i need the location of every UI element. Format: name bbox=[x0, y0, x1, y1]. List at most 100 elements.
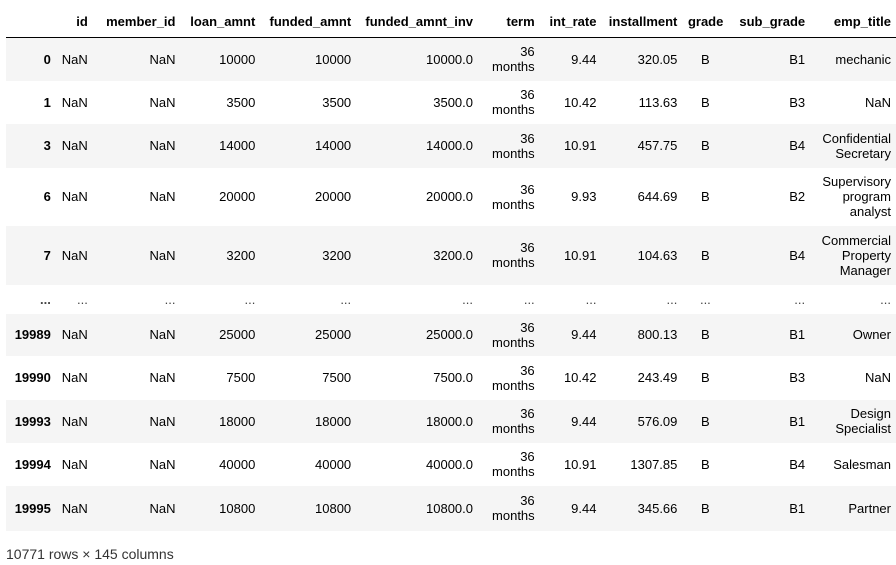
cell-member-id: NaN bbox=[149, 94, 176, 110]
cell-sub-grade: B1 bbox=[789, 327, 806, 342]
cell-funded-amnt: 7500 bbox=[322, 370, 352, 385]
column-header-installment: installment bbox=[601, 5, 683, 38]
cell-funded-amnt-inv: 40000.0 bbox=[426, 456, 473, 472]
cell-emp-title: Confidential Secretary bbox=[822, 130, 891, 161]
cell-emp-title: ... bbox=[880, 291, 891, 307]
cell-member-id: NaN bbox=[149, 51, 176, 67]
cell-int-rate: 9.93 bbox=[571, 189, 597, 204]
cell-term: 36 months bbox=[492, 181, 535, 212]
cell-id: NaN bbox=[61, 370, 88, 385]
cell-int-rate: 10.91 bbox=[563, 247, 597, 263]
cell-int-rate: 9.44 bbox=[571, 413, 597, 429]
cell-funded-amnt-inv: ... bbox=[462, 291, 473, 307]
cell-int-rate: 9.44 bbox=[571, 500, 597, 516]
cell-grade: B bbox=[701, 500, 710, 516]
cell-funded-amnt: 25000 bbox=[315, 327, 352, 342]
cell-member-id: NaN bbox=[149, 247, 176, 263]
cell-funded-amnt-inv: 10000.0 bbox=[426, 51, 473, 67]
cell-installment: 345.66 bbox=[637, 500, 678, 516]
cell-sub-grade: B1 bbox=[789, 413, 806, 429]
cell-funded-amnt: 10800 bbox=[315, 500, 352, 516]
cell-installment: 104.63 bbox=[637, 247, 678, 263]
cell-int-rate: ... bbox=[585, 291, 597, 307]
cell-funded-amnt-inv: 18000.0 bbox=[426, 413, 473, 429]
cell-loan-amnt: 10800 bbox=[219, 500, 256, 516]
cell-loan-amnt: 40000 bbox=[219, 456, 256, 472]
cell-sub-grade: B4 bbox=[789, 247, 806, 263]
cell-grade: B bbox=[701, 327, 710, 342]
cell-grade: B bbox=[701, 94, 710, 110]
table-row: .................................... bbox=[6, 284, 896, 314]
cell-grade: B bbox=[701, 51, 710, 67]
cell-emp-title: Salesman bbox=[833, 456, 891, 472]
cell-term: 36 months bbox=[492, 87, 535, 117]
cell-funded-amnt-inv: 10800.0 bbox=[426, 500, 473, 516]
row-index: 19990 bbox=[14, 370, 51, 385]
cell-sub-grade: B1 bbox=[789, 500, 806, 516]
table-row: 19995 NaN NaN 10800 10800 10800.0 36 months 9.4… bbox=[6, 485, 896, 531]
cell-grade: ... bbox=[699, 291, 711, 307]
table-row: 1 NaN NaN 3500 3500 3500.0 36 months 10.42 113.6… bbox=[6, 80, 896, 124]
cell-sub-grade: B3 bbox=[789, 370, 806, 385]
cell-id: NaN bbox=[61, 138, 88, 153]
cell-id: NaN bbox=[61, 327, 88, 342]
cell-emp-title: mechanic bbox=[835, 51, 891, 67]
row-index: 6 bbox=[43, 189, 51, 204]
cell-grade: B bbox=[701, 247, 710, 263]
column-header-member-id: member_id bbox=[92, 5, 181, 38]
cell-installment: 800.13 bbox=[637, 327, 678, 342]
cell-grade: B bbox=[701, 370, 710, 385]
cell-loan-amnt: 3500 bbox=[226, 94, 256, 110]
dataframe-shape-label: 10771 rows × 145 columns bbox=[6, 546, 174, 562]
column-header-emp-title: emp_title bbox=[810, 5, 896, 38]
table-body: 0 NaN NaN 10000 10000 10000.0 36 months 9.44 320… bbox=[6, 37, 896, 531]
column-header-sub-grade: sub_grade bbox=[728, 5, 811, 38]
cell-loan-amnt: ... bbox=[244, 291, 256, 307]
cell-id: NaN bbox=[61, 413, 88, 429]
table-row: 0 NaN NaN 10000 10000 10000.0 36 months 9.44 320… bbox=[6, 37, 896, 81]
cell-funded-amnt: 20000 bbox=[315, 189, 352, 204]
table-row: 19990 NaN NaN 7500 7500 7500.0 36 months 10.42 2… bbox=[6, 355, 896, 400]
cell-grade: B bbox=[701, 456, 710, 472]
cell-funded-amnt: ... bbox=[340, 291, 352, 307]
dataframe-table: id member_id loan_amnt funded_amnt funded_am… bbox=[6, 5, 896, 531]
cell-id: NaN bbox=[61, 189, 88, 204]
row-index: 19995 bbox=[14, 500, 51, 516]
row-index: 19994 bbox=[14, 456, 51, 472]
notebook-output: id member_id loan_amnt funded_amnt funded_am… bbox=[0, 0, 896, 565]
cell-member-id: NaN bbox=[149, 189, 176, 204]
cell-loan-amnt: 3200 bbox=[226, 247, 256, 263]
cell-emp-title: Owner bbox=[852, 327, 891, 342]
row-index: 7 bbox=[43, 247, 51, 263]
cell-int-rate: 10.91 bbox=[563, 456, 597, 472]
cell-sub-grade: B3 bbox=[789, 94, 806, 110]
cell-installment: ... bbox=[666, 291, 678, 307]
cell-funded-amnt-inv: 3500.0 bbox=[433, 94, 473, 110]
cell-id: NaN bbox=[61, 51, 88, 67]
cell-installment: 320.05 bbox=[637, 51, 678, 67]
cell-funded-amnt-inv: 25000.0 bbox=[426, 327, 473, 342]
cell-loan-amnt: 20000 bbox=[219, 189, 256, 204]
cell-funded-amnt-inv: 14000.0 bbox=[426, 138, 473, 153]
cell-grade: B bbox=[701, 189, 710, 204]
row-index: 0 bbox=[43, 51, 51, 67]
cell-funded-amnt: 18000 bbox=[315, 413, 352, 429]
cell-int-rate: 9.44 bbox=[571, 327, 597, 342]
cell-term: 36 months bbox=[492, 449, 535, 479]
cell-installment: 644.69 bbox=[637, 189, 678, 204]
cell-emp-title: Partner bbox=[848, 500, 891, 516]
cell-loan-amnt: 25000 bbox=[219, 327, 256, 342]
row-index: ... bbox=[40, 291, 51, 307]
column-header-term: term bbox=[478, 5, 540, 38]
cell-emp-title: NaN bbox=[864, 370, 891, 385]
cell-sub-grade: ... bbox=[794, 291, 806, 307]
cell-member-id: NaN bbox=[149, 456, 176, 472]
cell-term: 36 months bbox=[492, 240, 535, 270]
column-header-loan-amnt: loan_amnt bbox=[180, 5, 261, 38]
cell-id: NaN bbox=[61, 247, 88, 263]
table-row: 7 NaN NaN 3200 3200 3200.0 36 months 10.91 104.6… bbox=[6, 225, 896, 285]
cell-int-rate: 10.42 bbox=[563, 370, 597, 385]
cell-funded-amnt: 3500 bbox=[322, 94, 352, 110]
cell-member-id: NaN bbox=[149, 138, 176, 153]
row-index: 19989 bbox=[14, 327, 51, 342]
